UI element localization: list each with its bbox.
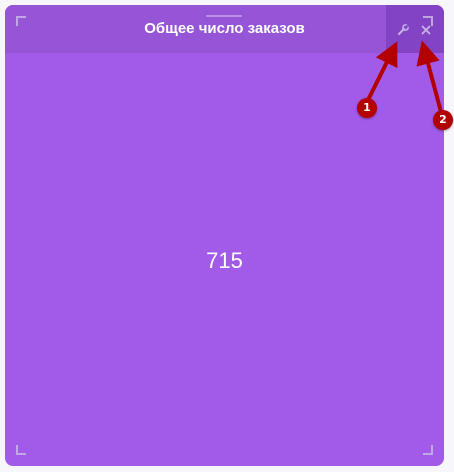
resize-corner-top-right[interactable] <box>423 16 433 26</box>
wrench-icon <box>398 24 409 35</box>
settings-button[interactable] <box>395 22 411 38</box>
widget-controls <box>386 5 444 53</box>
widget-header[interactable]: Общее число заказов <box>5 5 444 53</box>
orders-count-value: 715 <box>206 248 243 273</box>
resize-corner-top-left[interactable] <box>16 16 26 26</box>
annotation-marker-2: 2 <box>433 110 453 130</box>
resize-corner-bottom-left[interactable] <box>16 445 26 455</box>
orders-count-widget: Общее число заказов 715 <box>5 5 444 466</box>
resize-corner-bottom-right[interactable] <box>423 445 433 455</box>
widget-title: Общее число заказов <box>144 20 305 37</box>
drag-handle[interactable] <box>206 15 242 17</box>
annotation-marker-1: 1 <box>357 98 377 118</box>
